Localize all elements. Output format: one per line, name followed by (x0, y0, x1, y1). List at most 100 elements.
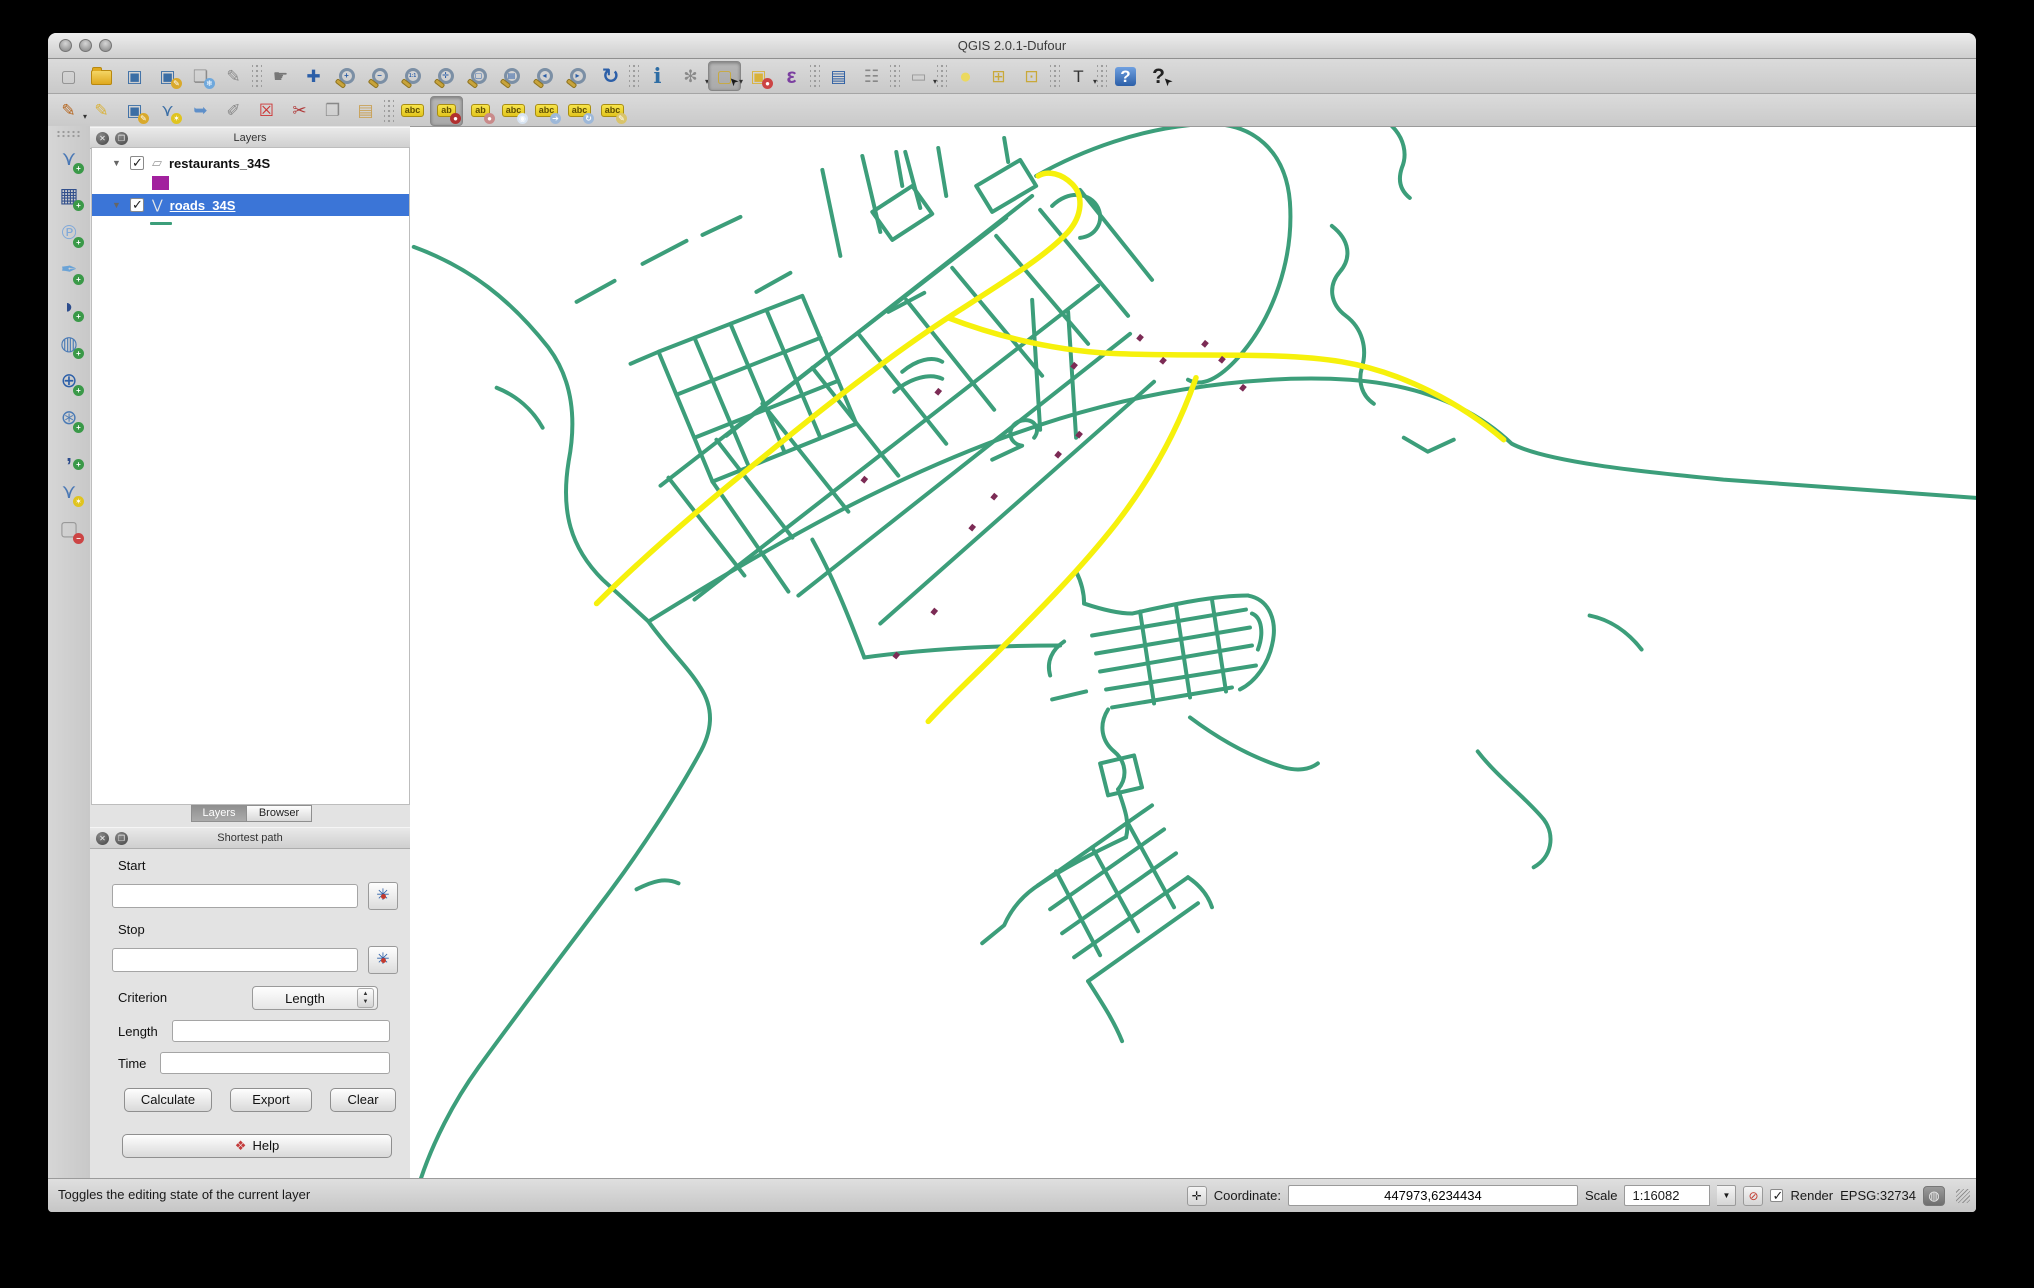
move-feature-icon[interactable]: ➥ (185, 97, 216, 125)
restaurants-symbol-swatch[interactable] (152, 176, 169, 190)
label-rotate-icon[interactable]: abc ↻ (564, 97, 595, 125)
delete-selected-icon[interactable]: ☒ (251, 97, 282, 125)
add-feature-icon[interactable]: ⋎ ✶ (152, 97, 183, 125)
add-delimited-text-icon[interactable]: , + (53, 439, 85, 471)
zoom-out-icon[interactable]: − (364, 62, 395, 90)
crs-status-icon[interactable]: ◍ (1923, 1185, 1945, 1206)
criterion-select[interactable]: Length ▲ ▼ (252, 986, 378, 1010)
roads-symbol-swatch[interactable] (150, 222, 172, 225)
remove-layer-icon[interactable]: ▢ − (53, 513, 85, 545)
close-icon[interactable]: ✕ (96, 831, 109, 845)
label-move-icon[interactable]: abc ➔ (531, 97, 562, 125)
label-visibility-icon[interactable]: abc ◉ (498, 97, 529, 125)
stop-render-icon[interactable]: ⊘ (1743, 1185, 1764, 1206)
collapse-arrow-icon[interactable]: ▼ (112, 158, 122, 168)
show-bookmarks-icon[interactable]: ⊡ (1016, 62, 1047, 90)
zoom-last-icon[interactable]: ◂ (529, 62, 560, 90)
zoom-in-icon[interactable]: + (331, 62, 362, 90)
map-svg[interactable] (410, 127, 1976, 1179)
capture-stop-point-button[interactable]: ✳ (368, 946, 398, 974)
open-project-icon[interactable] (86, 62, 117, 90)
tab-browser[interactable]: Browser (246, 805, 312, 822)
measure-icon[interactable]: ▭ ▾ (903, 62, 937, 90)
new-composer-icon[interactable]: ❏ ❄ (185, 62, 216, 90)
stop-input[interactable] (112, 948, 358, 972)
zoom-full-icon[interactable]: ✛ (430, 62, 461, 90)
layer-visibility-checkbox[interactable] (130, 155, 144, 171)
collapse-arrow-icon[interactable]: ▼ (112, 200, 122, 210)
zoom-native-icon[interactable]: 1:1 (397, 62, 428, 90)
add-raster-layer-icon[interactable]: ▦ + (53, 180, 85, 212)
statistics-icon[interactable]: ☷ (856, 62, 887, 90)
zoom-to-layer-icon[interactable]: ▤ (496, 62, 527, 90)
dropdown-arrow-icon[interactable]: ▾ (933, 77, 937, 86)
render-checkbox[interactable] (1770, 1188, 1784, 1204)
add-postgis-layer-icon[interactable]: ℗ + (53, 217, 85, 249)
identify-icon[interactable]: ℹ (642, 62, 673, 90)
current-edits-icon[interactable]: ✎ ▾ (53, 97, 87, 125)
pan-to-selection-icon[interactable]: ✚ (298, 62, 329, 90)
capture-start-point-button[interactable]: ✳ (368, 882, 398, 910)
paste-features-icon[interactable]: ▤ (350, 97, 381, 125)
new-shapefile-layer-icon[interactable]: ⋎ ✶ (53, 476, 85, 508)
select-expression-icon[interactable]: ε (776, 62, 807, 90)
window-resize-grip[interactable] (1956, 1188, 1970, 1203)
label-properties-icon[interactable]: abc ✎ (597, 97, 628, 125)
layer-item-roads[interactable]: ▼ ⋁ roads_34S (92, 194, 409, 216)
start-input[interactable] (112, 884, 358, 908)
pan-map-icon[interactable]: ☛ (265, 62, 296, 90)
label-pin-highlighted-icon[interactable]: ab ● (430, 95, 463, 126)
new-project-icon[interactable]: ▢ (53, 62, 84, 90)
titlebar[interactable]: QGIS 2.0.1-Dufour (48, 33, 1976, 59)
close-icon[interactable]: ✕ (96, 131, 109, 145)
float-panel-icon[interactable]: ❐ (115, 831, 128, 845)
attribute-table-icon[interactable]: ▤ (823, 62, 854, 90)
zoom-window-button[interactable] (99, 39, 112, 52)
whats-this-icon[interactable]: ? (1143, 62, 1174, 90)
save-layer-edits-icon[interactable]: ▣ ✎ (119, 97, 150, 125)
add-spatialite-layer-icon[interactable]: ✒ + (53, 254, 85, 286)
save-project-icon[interactable]: ▣ (119, 62, 150, 90)
help-icon[interactable]: ? (1110, 62, 1141, 90)
map-canvas[interactable] (410, 126, 1976, 1179)
map-refresh-icon[interactable]: ↻ (595, 62, 626, 90)
layer-visibility-checkbox[interactable] (130, 197, 144, 213)
save-project-as-icon[interactable]: ▣ ✎ (152, 62, 183, 90)
time-output[interactable] (160, 1052, 390, 1074)
node-tool-icon[interactable]: ✐ (218, 97, 249, 125)
minimize-window-button[interactable] (79, 39, 92, 52)
feature-action-icon[interactable]: ✻ ▾ (675, 62, 709, 90)
add-vector-layer-icon[interactable]: ⋎ + (53, 143, 85, 175)
composer-manager-icon[interactable]: ✎ (218, 62, 249, 90)
export-button[interactable]: Export (230, 1088, 312, 1112)
deselect-icon[interactable]: ▣ ● (743, 62, 774, 90)
extents-toggle-icon[interactable]: ✛ (1186, 1185, 1207, 1206)
coordinate-input[interactable] (1287, 1185, 1578, 1206)
close-window-button[interactable] (59, 39, 72, 52)
tab-layers[interactable]: Layers (191, 805, 247, 822)
scale-dropdown-icon[interactable]: ▼ (1717, 1185, 1737, 1206)
labeling-icon[interactable]: abc (397, 97, 428, 125)
select-rectangle-icon[interactable]: ▢ ▾ (708, 61, 743, 91)
add-wcs-layer-icon[interactable]: ⊕ + (53, 365, 85, 397)
layer-item-restaurants[interactable]: ▼ ▱ restaurants_34S (92, 152, 409, 174)
zoom-to-selection-icon[interactable]: ▢ (463, 62, 494, 90)
copy-features-icon[interactable]: ❐ (317, 97, 348, 125)
dropdown-arrow-icon[interactable]: ▾ (1093, 77, 1097, 86)
new-bookmark-icon[interactable]: ⊞ (983, 62, 1014, 90)
length-output[interactable] (172, 1020, 390, 1042)
float-panel-icon[interactable]: ❐ (115, 131, 128, 145)
add-wfs-layer-icon[interactable]: ⊛ + (53, 402, 85, 434)
add-wms-layer-icon[interactable]: ◍ + (53, 328, 85, 360)
toggle-editing-icon[interactable]: ✎ (86, 97, 117, 125)
cut-features-icon[interactable]: ✂ (284, 97, 315, 125)
add-mssql-layer-icon[interactable]: ◗ + (53, 291, 85, 323)
zoom-next-icon[interactable]: ▸ (562, 62, 593, 90)
label-pin-icon[interactable]: ab ● (465, 97, 496, 125)
calculate-button[interactable]: Calculate (124, 1088, 212, 1112)
scale-combo[interactable]: 1:16082 (1624, 1185, 1711, 1206)
toolbar-grip[interactable] (56, 130, 82, 138)
map-tips-icon[interactable]: ● (950, 62, 981, 90)
clear-button[interactable]: Clear (330, 1088, 396, 1112)
text-annotation-icon[interactable]: T ▾ (1063, 62, 1097, 90)
